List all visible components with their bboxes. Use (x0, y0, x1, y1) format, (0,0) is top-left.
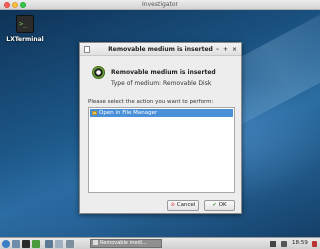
desktop-icon-lxterminal[interactable]: >_ LXTerminal (5, 15, 45, 43)
web-browser-icon[interactable] (32, 240, 40, 248)
action-list[interactable]: Open in File Manager (88, 107, 235, 193)
minimize-window-button[interactable] (12, 2, 18, 8)
cancel-icon: ⊘ (170, 202, 175, 208)
volume-icon[interactable] (281, 241, 287, 247)
ok-label: OK (218, 202, 227, 208)
terminal-launcher-icon[interactable] (22, 240, 30, 248)
workspace-3-icon[interactable] (66, 240, 74, 248)
task-window-icon (93, 240, 98, 245)
workspace-2-icon[interactable] (55, 240, 63, 248)
file-manager-icon[interactable] (12, 240, 20, 248)
dialog-titlebar: Removable medium is inserted – + × (80, 43, 241, 56)
medium-type-value: Removable Disk (163, 80, 212, 87)
action-prompt: Please select the action you want to per… (88, 99, 214, 105)
usb-disk-icon (92, 66, 105, 79)
terminal-icon: >_ (16, 15, 34, 33)
maximize-window-button[interactable] (20, 2, 26, 8)
check-icon: ✔ (212, 202, 217, 208)
dialog-heading: Removable medium is inserted (111, 69, 216, 76)
removable-medium-dialog: Removable medium is inserted – + × Remov… (79, 42, 242, 214)
ok-button[interactable]: ✔ OK (204, 200, 235, 211)
task-label: Removable medi... (100, 240, 147, 246)
app-menu-icon[interactable] (2, 240, 10, 248)
desktop-icon-label: LXTerminal (6, 36, 44, 43)
medium-type-label: Type of medium: (111, 80, 162, 87)
dialog-title: Removable medium is inserted (108, 46, 213, 53)
clock[interactable]: 18:59 (292, 238, 308, 249)
action-open-in-file-manager[interactable]: Open in File Manager (90, 109, 233, 117)
action-label: Open in File Manager (99, 110, 158, 116)
dialog-minimize-button[interactable]: – (216, 43, 219, 56)
cancel-button[interactable]: ⊘ Cancel (167, 200, 199, 211)
window-title: Investigator (142, 1, 178, 8)
power-icon[interactable] (312, 241, 317, 247)
window-titlebar: Investigator (0, 0, 320, 10)
cancel-label: Cancel (176, 202, 196, 208)
folder-icon (92, 110, 97, 115)
workspace-1-icon[interactable] (45, 240, 53, 248)
network-icon[interactable] (270, 241, 276, 247)
close-window-button[interactable] (4, 2, 10, 8)
dialog-maximize-button[interactable]: + (223, 43, 228, 56)
window-menu-icon[interactable] (84, 46, 90, 53)
taskbar-task-removable-medium[interactable]: Removable medi... (90, 239, 162, 248)
taskbar: Removable medi... 18:59 (0, 237, 320, 249)
dialog-close-button[interactable]: × (232, 43, 237, 56)
